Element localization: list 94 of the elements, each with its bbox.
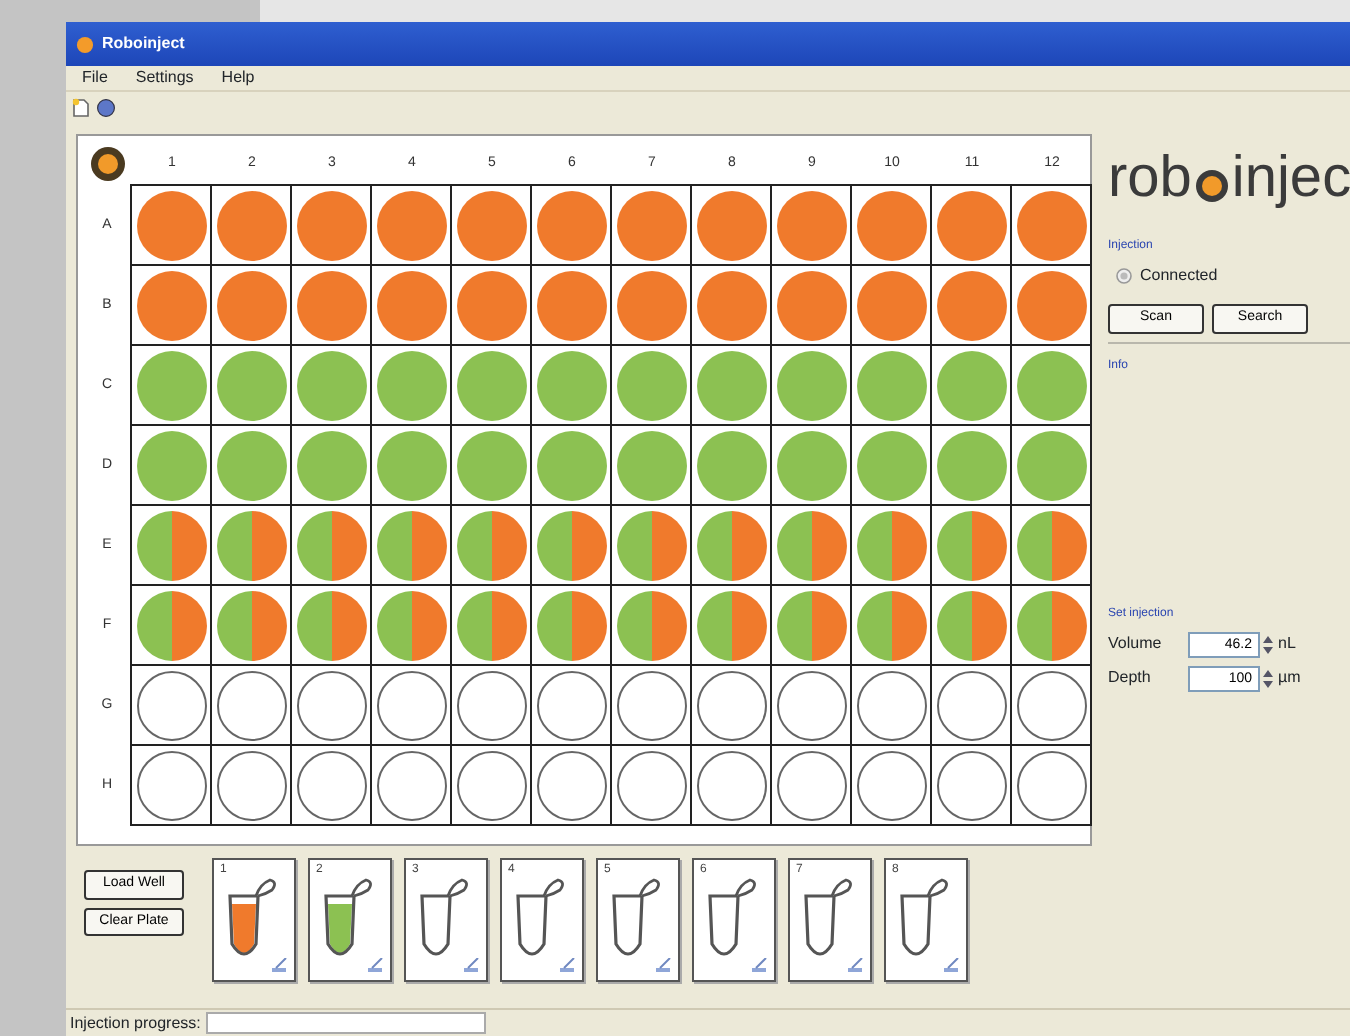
well[interactable] [855,669,927,741]
well[interactable] [535,669,607,741]
well[interactable] [855,269,927,341]
pipette-icon [942,958,960,974]
well[interactable] [1015,269,1087,341]
well[interactable] [535,269,607,341]
well[interactable] [775,269,847,341]
well[interactable] [695,189,767,261]
pipette-icon [366,958,384,974]
unit-label: µm [1278,666,1301,690]
well[interactable] [775,669,847,741]
well[interactable] [1015,189,1087,261]
new-file-icon[interactable] [72,97,90,117]
well[interactable] [615,669,687,741]
window-title: Roboinject [102,32,185,56]
well[interactable] [615,589,687,661]
well[interactable] [135,509,207,581]
unit-label: nL [1278,632,1296,656]
well[interactable] [295,749,367,821]
well[interactable] [935,589,1007,661]
pipette-icon [270,958,288,974]
app-icon [76,35,94,53]
well[interactable] [535,189,607,261]
field-label: Volume [1108,632,1164,656]
well[interactable] [535,749,607,821]
menu-item[interactable]: Settings [135,66,194,90]
well[interactable] [615,189,687,261]
well[interactable] [375,749,447,821]
menu-item[interactable]: File [82,66,108,90]
well[interactable] [855,189,927,261]
pipette-icon [750,958,768,974]
well[interactable] [215,669,287,741]
well[interactable] [695,269,767,341]
well[interactable] [615,269,687,341]
well[interactable] [695,589,767,661]
well[interactable] [455,749,527,821]
well[interactable] [775,749,847,821]
progress-label: Injection progress: [70,1011,201,1035]
pipette-icon [558,958,576,974]
well[interactable] [215,189,287,261]
well[interactable] [935,269,1007,341]
well[interactable] [295,669,367,741]
well[interactable] [1015,669,1087,741]
well[interactable] [455,269,527,341]
well[interactable] [855,589,927,661]
well[interactable] [135,589,207,661]
well[interactable] [375,509,447,581]
well[interactable] [1015,589,1087,661]
well[interactable] [775,589,847,661]
well[interactable] [695,749,767,821]
field-label: Depth [1108,666,1153,690]
well[interactable] [455,509,527,581]
well[interactable] [455,589,527,661]
well[interactable] [1015,509,1087,581]
well[interactable] [1015,749,1087,821]
pipette-icon [846,958,864,974]
well[interactable] [455,669,527,741]
well[interactable] [535,509,607,581]
well[interactable] [855,749,927,821]
pipette-icon [654,958,672,974]
well[interactable] [775,189,847,261]
status-label: Connected [1140,264,1218,288]
menu-item[interactable]: Help [221,66,255,90]
well[interactable] [375,189,447,261]
well[interactable] [855,509,927,581]
well[interactable] [455,189,527,261]
well[interactable] [295,269,367,341]
well[interactable] [375,269,447,341]
pipette-icon [462,958,480,974]
well[interactable] [935,509,1007,581]
logo-text: injec [1231,150,1350,208]
logo-text: rob [1108,150,1192,208]
well[interactable] [615,509,687,581]
well[interactable] [295,189,367,261]
well[interactable] [775,509,847,581]
well[interactable] [615,749,687,821]
well[interactable] [935,749,1007,821]
well[interactable] [375,669,447,741]
well[interactable] [135,749,207,821]
well[interactable] [935,669,1007,741]
well[interactable] [295,589,367,661]
well[interactable] [135,189,207,261]
well[interactable] [935,189,1007,261]
well[interactable] [215,269,287,341]
well[interactable] [375,589,447,661]
well[interactable] [695,669,767,741]
well[interactable] [215,589,287,661]
well[interactable] [215,509,287,581]
well[interactable] [135,669,207,741]
well[interactable] [535,589,607,661]
well[interactable] [295,509,367,581]
well[interactable] [695,509,767,581]
well[interactable] [215,749,287,821]
well[interactable] [135,269,207,341]
